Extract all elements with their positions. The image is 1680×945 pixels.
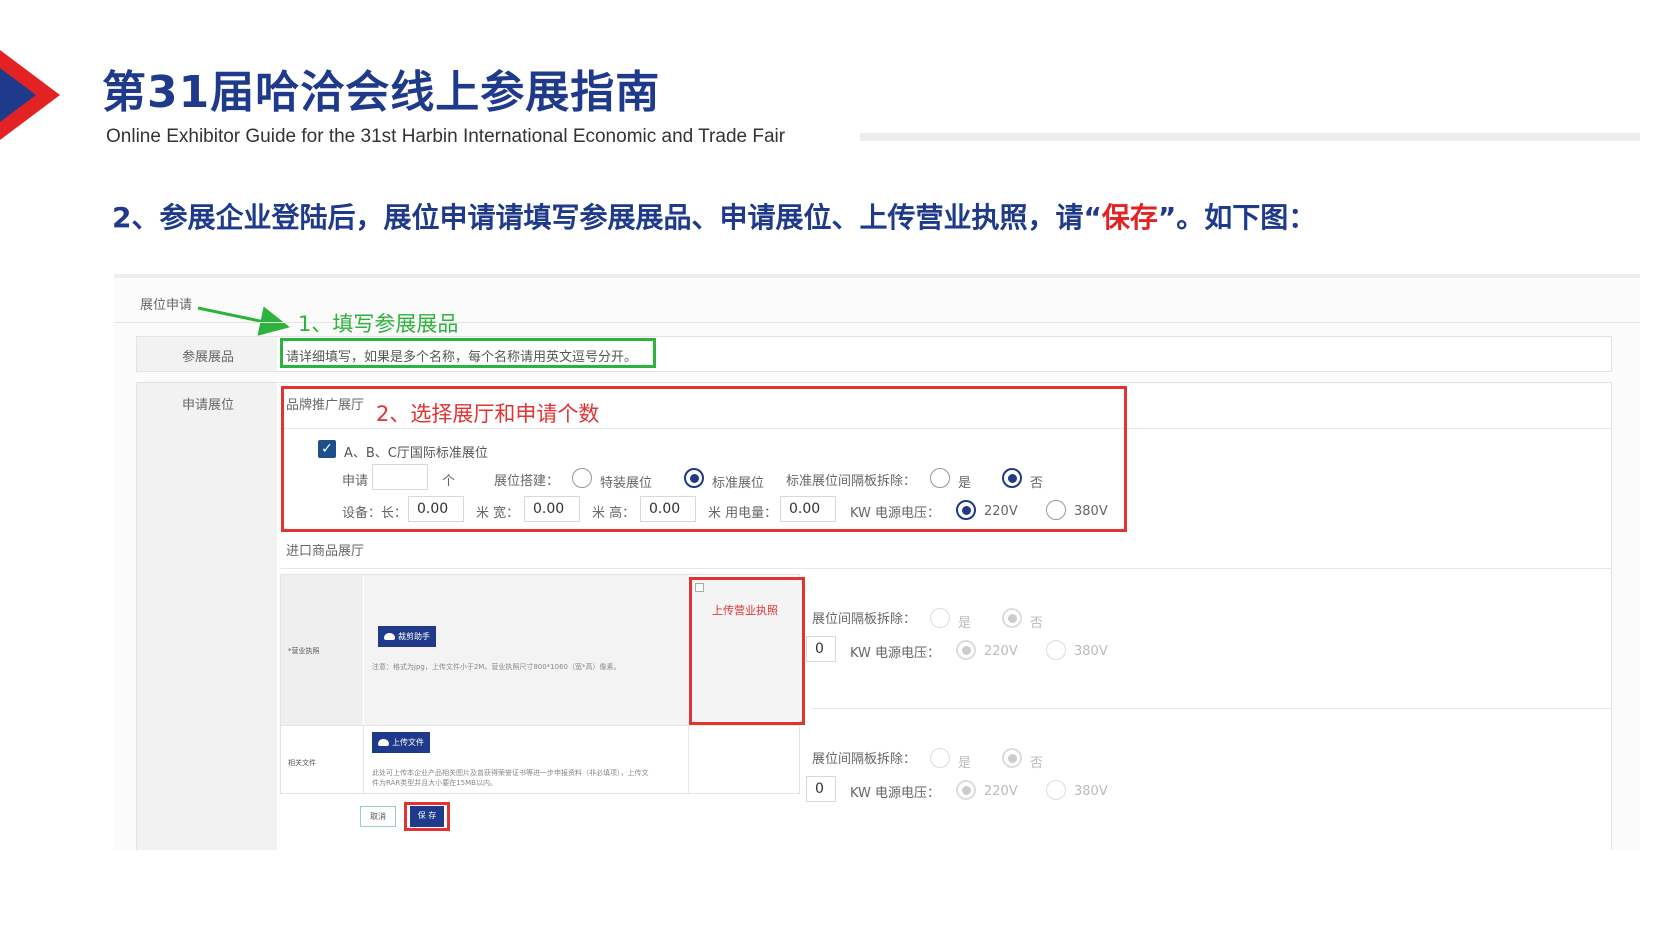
width-label: 米 宽： xyxy=(476,506,520,521)
partition-no-radio[interactable] xyxy=(1002,468,1022,488)
page-title: 第31届哈洽会线上参展指南 xyxy=(102,67,661,118)
device-label: 设备：长： xyxy=(342,506,408,521)
divider xyxy=(688,726,689,794)
license-note: 注意：格式为jpg，上传文件小于2M。营业执照尺寸800*1060（宽*高）像素… xyxy=(372,663,621,671)
power-input[interactable]: 0.00 xyxy=(780,496,836,522)
faded-partition-label-2: 展位间隔板拆除： xyxy=(812,752,917,767)
upload-license-label: 上传营业执照 xyxy=(712,604,778,617)
build-special-radio[interactable] xyxy=(572,468,592,488)
faded-input-2[interactable]: 0 xyxy=(806,776,836,802)
faded-yes-radio-1[interactable] xyxy=(930,608,950,628)
height-input[interactable]: 0.00 xyxy=(640,496,696,522)
annotation-step1: 1、填写参展展品 xyxy=(298,312,459,336)
faded-220-label-2: 220V xyxy=(984,784,1018,799)
slide: 第31届哈洽会线上参展指南 Online Exhibitor Guide for… xyxy=(0,0,1680,945)
faded-no-radio-2[interactable] xyxy=(1002,748,1022,768)
voltage-380-label: 380V xyxy=(1074,504,1108,519)
step1-highlight xyxy=(280,338,656,368)
faded-380-label-2: 380V xyxy=(1074,784,1108,799)
faded-380-radio-2[interactable] xyxy=(1046,780,1066,800)
related-note-2: 件为RAR类型并且大小要在15MB以内。 xyxy=(372,779,497,787)
voltage-220-label: 220V xyxy=(984,504,1018,519)
import-hall-label: 进口商品展厅 xyxy=(286,544,365,559)
divider xyxy=(812,708,1612,709)
upload-file-button[interactable]: 上传文件 xyxy=(372,732,430,753)
crop-button-label: 裁剪助手 xyxy=(398,632,430,641)
license-content-cell xyxy=(364,575,688,725)
booth-label: 申请展位 xyxy=(182,398,235,413)
cloud-icon xyxy=(384,633,395,640)
save-button[interactable]: 保 存 xyxy=(410,806,444,827)
faded-voltage-label-1: KW 电源电压： xyxy=(850,646,941,661)
faded-no-radio-1[interactable] xyxy=(1002,608,1022,628)
exhibits-label: 参展展品 xyxy=(182,350,235,365)
divider xyxy=(280,725,800,726)
divider xyxy=(363,726,364,794)
form-screenshot: 展位申请 1、填写参展展品 参展展品 请详细填写，如果是多个名称，每个名称请用英… xyxy=(114,274,1640,850)
partition-label: 标准展位间隔板拆除： xyxy=(786,474,917,489)
step-heading: 2、参展企业登陆后，展位申请请填写参展展品、申请展位、上传营业执照，请“保存”。… xyxy=(112,196,1316,236)
height-label: 米 高： xyxy=(592,506,636,521)
faded-380-label-1: 380V xyxy=(1074,644,1108,659)
faded-yes-label-1: 是 xyxy=(958,616,972,631)
heading-prefix: 2、参展企业登陆后，展位申请请填写参展展品、申请展位、上传营业执照，请“ xyxy=(112,201,1102,234)
partition-yes-radio[interactable] xyxy=(930,468,950,488)
voltage-380-radio[interactable] xyxy=(1046,500,1066,520)
build-special-label: 特装展位 xyxy=(600,476,653,491)
heading-highlight: 保存 xyxy=(1101,201,1158,234)
length-input[interactable]: 0.00 xyxy=(408,496,464,522)
cloud-icon xyxy=(378,739,389,746)
faded-yes-label-2: 是 xyxy=(958,756,972,771)
faded-no-label-1: 否 xyxy=(1030,616,1044,631)
green-arrow xyxy=(197,306,290,336)
apply-count-input[interactable] xyxy=(372,464,428,490)
divider xyxy=(280,568,1612,569)
partition-no-label: 否 xyxy=(1030,476,1044,491)
width-input[interactable]: 0.00 xyxy=(524,496,580,522)
faded-yes-radio-2[interactable] xyxy=(930,748,950,768)
section-title: 展位申请 xyxy=(140,298,193,313)
related-label: 相关文件 xyxy=(288,759,316,767)
voltage-label: KW 电源电压： xyxy=(850,506,941,521)
faded-no-label-2: 否 xyxy=(1030,756,1044,771)
logo-triangle-icon xyxy=(0,50,60,140)
annotation-step2: 2、选择展厅和申请个数 xyxy=(376,402,600,426)
build-label: 展位搭建： xyxy=(494,474,560,489)
related-note-1: 此处可上传本企业产品相关图片及曾获得荣誉证书等进一步申报资料（非必填项），上传文 xyxy=(372,769,649,777)
license-label: *营业执照 xyxy=(288,647,320,655)
power-label: 米 用电量： xyxy=(708,506,778,521)
upload-file-label: 上传文件 xyxy=(392,738,424,747)
faded-input-1[interactable]: 0 xyxy=(806,636,836,662)
faded-380-radio-1[interactable] xyxy=(1046,640,1066,660)
booth-label-cell xyxy=(137,383,277,850)
partition-yes-label: 是 xyxy=(958,476,972,491)
faded-220-label-1: 220V xyxy=(984,644,1018,659)
apply-unit: 个 xyxy=(442,474,456,489)
faded-220-radio-2[interactable] xyxy=(956,780,976,800)
upload-license-button[interactable]: 上传营业执照 xyxy=(689,577,805,725)
page-subtitle: Online Exhibitor Guide for the 31st Harb… xyxy=(106,126,786,147)
heading-suffix: ”。如下图： xyxy=(1157,201,1317,234)
voltage-220-radio[interactable] xyxy=(956,500,976,520)
cancel-button[interactable]: 取消 xyxy=(360,806,396,827)
booth-checkbox[interactable]: ✓ xyxy=(318,440,336,458)
apply-label: 申请 xyxy=(342,474,369,489)
crop-button[interactable]: 裁剪助手 xyxy=(378,626,436,647)
faded-voltage-label-2: KW 电源电压： xyxy=(850,786,941,801)
build-standard-label: 标准展位 xyxy=(712,476,765,491)
faded-220-radio-1[interactable] xyxy=(956,640,976,660)
build-standard-radio[interactable] xyxy=(684,468,704,488)
broken-image-icon xyxy=(695,583,704,592)
faded-partition-label-1: 展位间隔板拆除： xyxy=(812,612,917,627)
booth-checkbox-label: A、B、C厅国际标准展位 xyxy=(344,446,488,461)
subtitle-divider xyxy=(860,133,1640,141)
